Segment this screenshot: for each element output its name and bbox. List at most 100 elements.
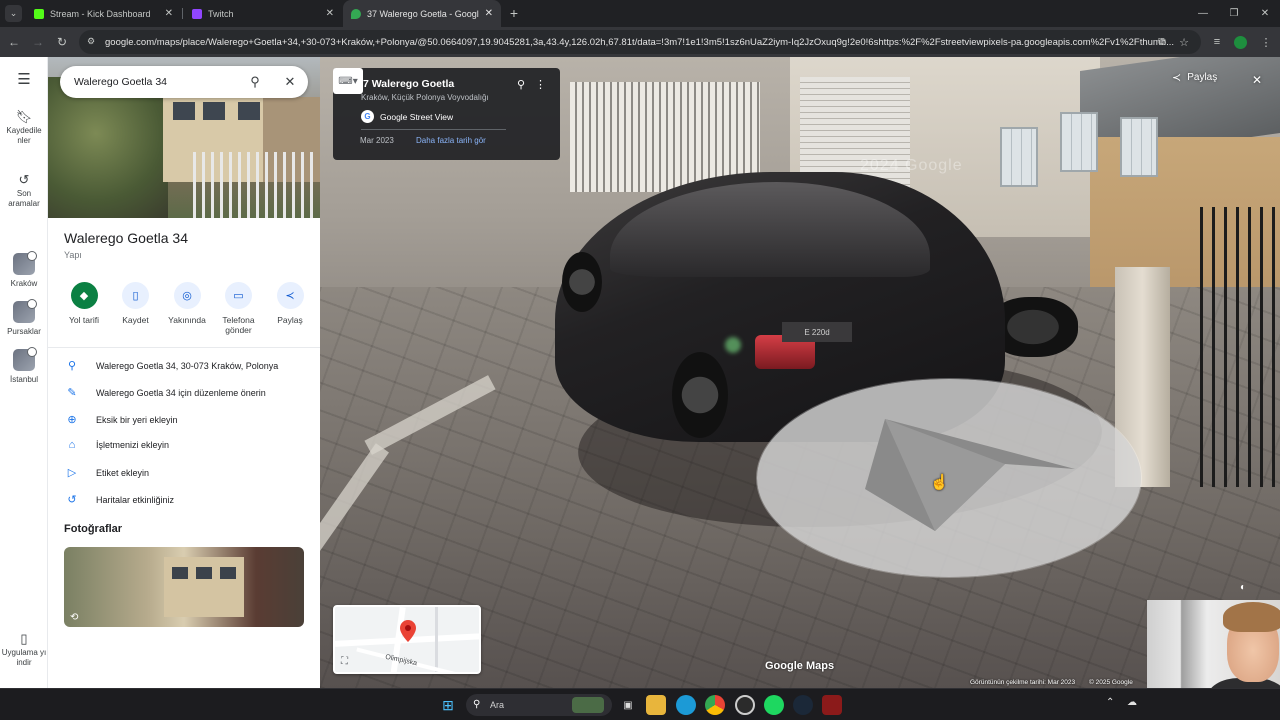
menu-icon: ☰ <box>17 71 31 88</box>
sv-capture-date: Mar 2023 <box>360 136 394 145</box>
info-text: Haritalar etkinliğiniz <box>96 494 175 505</box>
clear-search-icon[interactable]: ✕ <box>281 73 299 91</box>
close-window-icon[interactable]: ✕ <box>1248 0 1280 27</box>
phone-icon: ▯ <box>20 631 28 646</box>
action-label: Paylaş <box>277 315 303 325</box>
maps-activity-row[interactable]: ↺ Haritalar etkinliğiniz <box>64 493 314 506</box>
sv-region: Kraków, Küçük Polonya Voyvodalığı <box>361 93 489 102</box>
minimap[interactable]: Olimpijska ⛶ <box>333 605 481 674</box>
add-missing-place-row[interactable]: ⊕ Eksik bir yeri ekleyin <box>64 413 314 426</box>
close-tab-icon[interactable]: ✕ <box>485 8 493 19</box>
bookmark-icon: 🔖︎ <box>15 109 33 124</box>
bookmark-icon: ▯ <box>122 282 149 309</box>
minimize-icon[interactable]: — <box>1186 0 1220 27</box>
profile-avatar[interactable] <box>1232 34 1248 50</box>
navigation-arrow-icon[interactable] <box>865 419 1085 534</box>
search-placeholder: Ara <box>490 700 505 710</box>
close-street-view-icon[interactable]: ✕ <box>1248 71 1266 89</box>
rail-item-krakow[interactable]: Kraków <box>0 251 48 289</box>
search-input[interactable]: Walerego Goetla 34 ⚲ ✕ <box>60 66 308 98</box>
tab-kick-dashboard[interactable]: Stream - Kick Dashboard ✕ <box>26 0 181 27</box>
hero-window <box>203 102 225 120</box>
google-maps-logo: Google Maps <box>765 660 835 672</box>
nearby-button[interactable]: ◎ Yakınında <box>163 282 211 335</box>
rail-item-istanbul[interactable]: İstanbul <box>0 347 48 385</box>
history-icon: ↺ <box>18 172 30 187</box>
search-icon[interactable]: ⚲ <box>246 73 264 91</box>
save-button[interactable]: ▯ Kaydet <box>112 282 160 335</box>
share-street-view-button[interactable]: ≺ Paylaş <box>1172 71 1217 84</box>
photo-window <box>172 567 188 579</box>
sv-glass-block <box>1060 112 1098 172</box>
forward-icon[interactable]: → <box>29 33 47 51</box>
recent-place-thumb <box>13 347 37 371</box>
game-icon[interactable] <box>822 695 842 715</box>
taskbar-search[interactable]: ⚲ Ara <box>466 694 612 716</box>
address-row[interactable]: ⚲ Walerego Goetla 34, 30-073 Kraków, Pol… <box>64 359 314 372</box>
back-icon[interactable]: ← <box>5 33 23 51</box>
tab-separator <box>182 8 183 19</box>
rail-label: Uygulama yı indir <box>1 648 47 667</box>
site-info-icon[interactable]: ⚙ <box>87 36 99 48</box>
sv-source: G Google Street View <box>361 110 453 123</box>
address-bar[interactable]: ⚙ google.com/maps/place/Walerego+Goetla+… <box>79 30 1201 54</box>
suggest-edit-row[interactable]: ✎ Walerego Goetla 34 için düzenleme öner… <box>64 386 314 399</box>
search-value: Walerego Goetla 34 <box>74 76 167 88</box>
action-label: Kaydet <box>122 315 149 325</box>
send-to-phone-button[interactable]: ▭ Telefona gönder <box>215 282 263 335</box>
keyboard-shortcuts-icon[interactable]: ⌨▾ <box>333 68 363 94</box>
rail-item-download-app[interactable]: ▯ Uygulama yı indir <box>0 631 48 668</box>
tab-title: 37 Walerego Goetla - Google H <box>367 8 479 19</box>
edge-icon[interactable] <box>676 695 696 715</box>
close-tab-icon[interactable]: ✕ <box>326 8 334 19</box>
reload-icon[interactable]: ↻ <box>53 33 71 51</box>
pin-icon[interactable]: ⚲ <box>517 78 525 91</box>
more-options-icon[interactable]: ⋮ <box>535 78 546 91</box>
directions-button[interactable]: ◆ Yol tarifi <box>60 282 108 335</box>
rail-item-pursaklar[interactable]: Pursaklar <box>0 299 48 337</box>
label-icon: ▷ <box>67 467 77 479</box>
bookmark-star-icon[interactable]: ☆ <box>1176 34 1192 50</box>
spotify-icon[interactable] <box>764 695 784 715</box>
sv-source-text: Google Street View <box>380 111 454 122</box>
new-tab-icon[interactable]: + <box>505 4 523 22</box>
copyright-footer: © 2025 Google <box>1089 679 1133 686</box>
compass-icon[interactable]: ◐ <box>1240 582 1246 593</box>
add-business-row[interactable]: ⌂ İşletmenizi ekleyin <box>64 439 314 451</box>
share-button[interactable]: ≺ Paylaş <box>266 282 314 335</box>
expand-map-icon[interactable]: ⛶ <box>341 656 353 668</box>
screen: ⌄ Stream - Kick Dashboard ✕ Twitch ✕ 37 … <box>0 0 1280 720</box>
action-label: Yol tarifi <box>69 315 99 325</box>
chrome-icon[interactable] <box>705 695 725 715</box>
file-explorer-icon[interactable] <box>646 695 666 715</box>
obs-icon[interactable] <box>735 695 755 715</box>
share-label: Paylaş <box>1187 72 1218 83</box>
tray-chevron-icon[interactable]: ⌃ <box>1106 697 1114 708</box>
tab-twitch[interactable]: Twitch ✕ <box>184 0 342 27</box>
browser-menu-icon[interactable]: ⋮ <box>1258 34 1274 50</box>
steam-icon[interactable] <box>793 695 813 715</box>
photo-thumbnail[interactable]: ⟲ <box>64 547 304 627</box>
see-more-dates-link[interactable]: Daha fazla tarih gör <box>416 136 486 145</box>
windows-icon[interactable]: ⊞ <box>438 695 458 715</box>
install-app-icon[interactable]: ⧉ <box>1154 34 1170 50</box>
tab-search-icon[interactable]: ⌄ <box>5 5 22 22</box>
hero-fence <box>193 152 318 218</box>
history-icon: ↺ <box>67 494 77 506</box>
menu-button[interactable]: ☰ <box>0 71 48 89</box>
tab-title: Twitch <box>208 8 234 19</box>
rail-item-saved[interactable]: 🔖︎ Kaydedile nler <box>0 109 48 146</box>
rail-item-recent[interactable]: ↺ Son aramalar <box>0 172 48 209</box>
task-view-icon[interactable]: ▣ <box>618 695 638 715</box>
hero-window <box>238 102 260 120</box>
onedrive-icon[interactable]: ☁ <box>1127 697 1137 708</box>
add-label-row[interactable]: ▷ Etiket ekleyin <box>64 466 314 479</box>
close-tab-icon[interactable]: ✕ <box>165 8 173 19</box>
directions-icon: ◆ <box>70 282 98 309</box>
pin-icon: ⚲ <box>67 360 77 372</box>
tab-google-maps[interactable]: 37 Walerego Goetla - Google H ✕ <box>343 0 501 27</box>
reading-list-icon[interactable]: ≡ <box>1209 34 1225 50</box>
restore-icon[interactable]: ❐ <box>1217 0 1251 27</box>
action-label: Yakınında <box>168 315 206 325</box>
divider <box>48 347 320 348</box>
